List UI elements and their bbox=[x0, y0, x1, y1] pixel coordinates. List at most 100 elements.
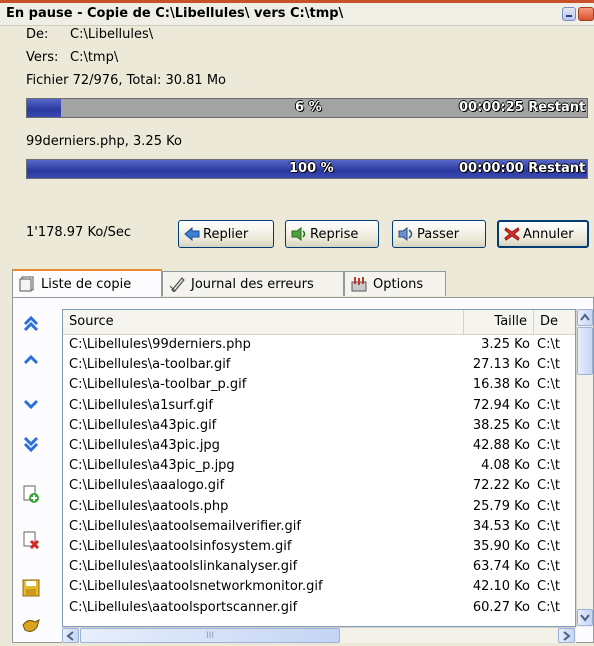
passer-button[interactable]: Passer bbox=[392, 220, 486, 248]
save-list-icon[interactable] bbox=[22, 579, 40, 597]
list-item[interactable]: C:\Libellules\a43pic_p.jpg 4.08 Ko C:\t bbox=[63, 457, 563, 474]
tab-options[interactable]: Options bbox=[344, 271, 446, 296]
row-size: 25.79 Ko bbox=[472, 498, 530, 514]
row-size: 63.74 Ko bbox=[472, 559, 530, 575]
annuler-button[interactable]: Annuler bbox=[497, 220, 589, 248]
options-icon bbox=[351, 276, 367, 292]
file-counter: Fichier 72/976, Total: 30.81 Mo bbox=[26, 73, 227, 88]
scroll-thumb[interactable] bbox=[577, 327, 593, 375]
copy-window: En pause - Copie de C:\Libellules\ vers … bbox=[0, 0, 594, 643]
list-item[interactable]: C:\Libellules\a1surf.gif 72.94 Ko C:\t bbox=[63, 397, 563, 414]
row-dest: C:\t bbox=[537, 478, 560, 494]
list-item[interactable]: C:\Libellules\a43pic.jpg 42.88 Ko C:\t bbox=[63, 437, 563, 454]
total-progress-fill bbox=[27, 99, 61, 117]
horizontal-scrollbar[interactable]: III bbox=[62, 627, 576, 643]
list-header: Source Taille De bbox=[63, 310, 575, 335]
vertical-scrollbar[interactable] bbox=[576, 309, 593, 627]
list-item[interactable]: C:\Libellules\a43pic.gif 38.25 Ko C:\t bbox=[63, 417, 563, 434]
row-dest: C:\t bbox=[537, 599, 560, 615]
list-item[interactable]: C:\Libellules\aatoolslinkanalyser.gif 63.… bbox=[63, 558, 563, 575]
tab-journal-label: Journal des erreurs bbox=[191, 276, 314, 292]
replier-button[interactable]: Replier bbox=[178, 220, 274, 248]
from-value: C:\Libellules\ bbox=[70, 27, 154, 42]
remove-file-icon[interactable] bbox=[22, 531, 40, 550]
scroll-left-button[interactable] bbox=[62, 628, 79, 643]
replier-label: Replier bbox=[203, 226, 249, 242]
row-dest: C:\t bbox=[537, 579, 560, 595]
list-item[interactable]: C:\Libellules\aatoolsnetworkmonitor.gif 4… bbox=[63, 578, 563, 595]
row-source: C:\Libellules\a43pic_p.jpg bbox=[69, 458, 235, 474]
add-file-icon[interactable] bbox=[22, 485, 40, 503]
row-source: C:\Libellules\aatoolsnetworkmonitor.gif bbox=[69, 579, 323, 595]
row-size: 35.90 Ko bbox=[472, 539, 530, 554]
tab-liste-de-copie-label: Liste de copie bbox=[41, 276, 132, 292]
total-progress-bar: 6 % 00:00:25 Restant bbox=[26, 98, 588, 118]
file-progress-percent: 100 % bbox=[289, 161, 334, 176]
row-dest: C:\t bbox=[537, 539, 560, 554]
row-source: C:\Libellules\aatoolsportscanner.gif bbox=[69, 599, 298, 615]
current-file: 99derniers.php, 3.25 Ko bbox=[26, 134, 182, 149]
error-log-icon bbox=[169, 276, 185, 293]
scroll-right-button[interactable] bbox=[558, 628, 575, 643]
row-dest: C:\t bbox=[537, 357, 560, 373]
row-size: 72.94 Ko bbox=[472, 397, 530, 413]
skip-icon bbox=[398, 227, 414, 241]
load-list-icon[interactable] bbox=[22, 617, 40, 635]
row-source: C:\Libellules\a43pic.jpg bbox=[69, 438, 220, 453]
row-size: 60.27 Ko bbox=[472, 599, 530, 615]
list-item[interactable]: C:\Libellules\99derniers.php 3.25 Ko C:\t bbox=[63, 336, 563, 353]
reprise-button[interactable]: Reprise bbox=[285, 220, 379, 248]
copy-list-icon bbox=[19, 276, 35, 292]
list-item[interactable]: C:\Libellules\aaalogo.gif 72.22 Ko C:\t bbox=[63, 477, 563, 494]
scroll-down-button[interactable] bbox=[577, 609, 593, 626]
row-size: 27.13 Ko bbox=[472, 357, 530, 373]
move-bottom-icon[interactable] bbox=[22, 435, 40, 453]
minimize-button[interactable] bbox=[562, 7, 576, 21]
transfer-speed: 1'178.97 Ko/Sec bbox=[26, 225, 132, 240]
resume-icon bbox=[291, 227, 307, 241]
list-item[interactable]: C:\Libellules\aatools.php 25.79 Ko C:\t bbox=[63, 498, 563, 515]
row-dest: C:\t bbox=[537, 458, 560, 474]
row-source: C:\Libellules\aatoolsinfosystem.gif bbox=[69, 539, 292, 554]
reprise-label: Reprise bbox=[310, 226, 359, 242]
row-size: 72.22 Ko bbox=[472, 478, 530, 494]
title-bar: En pause - Copie de C:\Libellules\ vers … bbox=[0, 3, 594, 26]
tab-liste-de-copie[interactable]: Liste de copie bbox=[12, 269, 162, 297]
row-size: 42.10 Ko bbox=[472, 579, 530, 595]
row-dest: C:\t bbox=[537, 559, 560, 575]
row-source: C:\Libellules\a1surf.gif bbox=[69, 397, 213, 413]
list-item[interactable]: C:\Libellules\aatoolsportscanner.gif 60.2… bbox=[63, 599, 563, 616]
row-size: 3.25 Ko bbox=[481, 337, 530, 352]
file-time-remaining: 00:00:00 Restant bbox=[459, 161, 586, 176]
row-source: C:\Libellules\a43pic.gif bbox=[69, 417, 217, 433]
list-item[interactable]: C:\Libellules\aatoolsinfosystem.gif 35.90… bbox=[63, 538, 563, 555]
row-source: C:\Libellules\aatools.php bbox=[69, 498, 229, 514]
column-size[interactable]: Taille bbox=[463, 310, 534, 334]
copy-list[interactable]: Source Taille De C:\Libellules\99dernier… bbox=[62, 309, 576, 627]
row-dest: C:\t bbox=[537, 397, 560, 413]
to-value: C:\tmp\ bbox=[70, 50, 119, 65]
list-item[interactable]: C:\Libellules\a-toolbar.gif 27.13 Ko C:\t bbox=[63, 356, 563, 373]
column-dest[interactable]: De bbox=[534, 310, 575, 334]
window-title: En pause - Copie de C:\Libellules\ vers … bbox=[6, 6, 344, 21]
tab-journal-des-erreurs[interactable]: Journal des erreurs bbox=[162, 271, 344, 296]
to-label: Vers: bbox=[26, 50, 59, 65]
row-source: C:\Libellules\aatoolslinkanalyser.gif bbox=[69, 559, 298, 575]
row-source: C:\Libellules\aatoolsemailverifier.gif bbox=[69, 518, 301, 534]
scroll-up-button[interactable] bbox=[577, 309, 593, 326]
row-dest: C:\t bbox=[537, 498, 560, 514]
list-item[interactable]: C:\Libellules\a-toolbar_p.gif 16.38 Ko C:\… bbox=[63, 376, 563, 393]
row-dest: C:\t bbox=[537, 417, 560, 433]
row-size: 34.53 Ko bbox=[472, 518, 530, 534]
cancel-icon bbox=[504, 227, 520, 241]
move-top-icon[interactable] bbox=[22, 315, 40, 333]
hscroll-thumb[interactable]: III bbox=[80, 628, 340, 643]
collapse-icon bbox=[184, 226, 200, 242]
list-item[interactable]: C:\Libellules\aatoolsemailverifier.gif 34… bbox=[63, 518, 563, 535]
move-down-icon[interactable] bbox=[22, 395, 40, 413]
row-size: 38.25 Ko bbox=[472, 417, 530, 433]
file-progress-bar: 100 % 00:00:00 Restant bbox=[26, 159, 588, 179]
close-button[interactable] bbox=[578, 7, 594, 21]
row-dest: C:\t bbox=[537, 337, 560, 352]
move-up-icon[interactable] bbox=[22, 351, 40, 369]
